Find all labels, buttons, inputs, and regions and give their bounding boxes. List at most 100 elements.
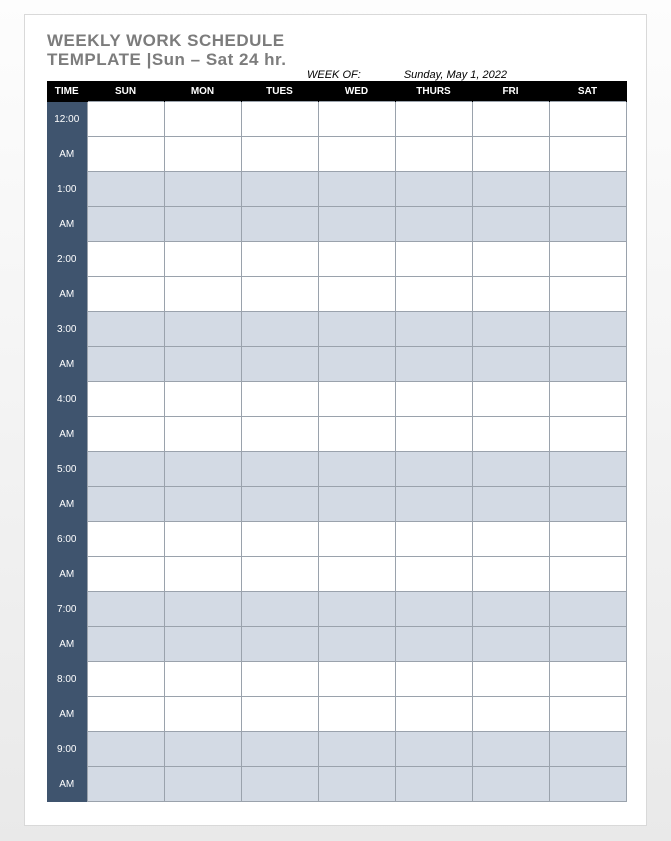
time-label-hour: 4:00 [47,382,87,417]
time-label-ampm: AM [47,487,87,522]
schedule-cell [549,207,626,242]
schedule-cell [241,312,318,347]
schedule-cell [549,732,626,767]
time-row: 9:00 [47,732,626,767]
schedule-cell [318,137,395,172]
schedule-cell [472,137,549,172]
schedule-cell [241,697,318,732]
schedule-cell [164,592,241,627]
schedule-cell [241,137,318,172]
col-wed: WED [318,81,395,102]
schedule-cell [549,452,626,487]
time-row: AM [47,417,626,452]
schedule-cell [549,277,626,312]
schedule-cell [318,592,395,627]
schedule-cell [318,732,395,767]
schedule-cell [87,347,164,382]
schedule-cell [395,312,472,347]
schedule-cell [241,732,318,767]
time-label-hour: 8:00 [47,662,87,697]
schedule-cell [549,557,626,592]
schedule-cell [241,452,318,487]
time-row: AM [47,627,626,662]
schedule-cell [318,557,395,592]
schedule-cell [395,172,472,207]
schedule-cell [395,382,472,417]
schedule-cell [395,697,472,732]
schedule-cell [549,522,626,557]
schedule-cell [395,557,472,592]
schedule-cell [395,487,472,522]
schedule-cell [164,732,241,767]
schedule-cell [318,207,395,242]
schedule-cell [164,312,241,347]
col-mon: MON [164,81,241,102]
time-row: AM [47,767,626,802]
schedule-cell [164,662,241,697]
schedule-cell [318,627,395,662]
schedule-cell [241,347,318,382]
schedule-cell [395,522,472,557]
schedule-cell [549,312,626,347]
time-label-ampm: AM [47,627,87,662]
schedule-cell [395,137,472,172]
schedule-cell [87,592,164,627]
schedule-cell [395,207,472,242]
schedule-cell [164,452,241,487]
schedule-cell [472,662,549,697]
schedule-cell [87,417,164,452]
schedule-cell [318,242,395,277]
schedule-cell [549,697,626,732]
schedule-cell [241,417,318,452]
col-sun: SUN [87,81,164,102]
schedule-cell [87,732,164,767]
time-label-ampm: AM [47,277,87,312]
time-label-hour: 1:00 [47,172,87,207]
schedule-cell [472,242,549,277]
schedule-cell [164,522,241,557]
schedule-cell [87,382,164,417]
schedule-cell [472,347,549,382]
schedule-cell [395,277,472,312]
time-row: AM [47,347,626,382]
schedule-cell [395,242,472,277]
schedule-cell [164,767,241,802]
schedule-cell [395,452,472,487]
schedule-cell [87,662,164,697]
schedule-cell [472,207,549,242]
col-time: TIME [47,81,87,102]
schedule-cell [472,417,549,452]
schedule-cell [318,697,395,732]
schedule-cell [87,277,164,312]
time-row: 6:00 [47,522,626,557]
time-label-hour: 9:00 [47,732,87,767]
schedule-cell [318,277,395,312]
schedule-cell [318,452,395,487]
time-label-ampm: AM [47,137,87,172]
schedule-cell [472,767,549,802]
schedule-cell [549,417,626,452]
schedule-cell [241,382,318,417]
schedule-cell [318,102,395,137]
schedule-cell [549,662,626,697]
week-of-label: WEEK OF: [47,69,361,81]
schedule-cell [395,417,472,452]
schedule-cell [164,102,241,137]
schedule-cell [395,767,472,802]
schedule-cell [87,102,164,137]
time-label-ampm: AM [47,207,87,242]
schedule-cell [472,522,549,557]
time-label-hour: 7:00 [47,592,87,627]
time-row: AM [47,277,626,312]
schedule-cell [395,102,472,137]
schedule-cell [241,592,318,627]
schedule-cell [318,172,395,207]
schedule-cell [472,312,549,347]
schedule-cell [164,172,241,207]
schedule-cell [87,207,164,242]
schedule-cell [395,592,472,627]
schedule-cell [549,592,626,627]
schedule-cell [318,382,395,417]
time-row: 3:00 [47,312,626,347]
schedule-cell [472,697,549,732]
